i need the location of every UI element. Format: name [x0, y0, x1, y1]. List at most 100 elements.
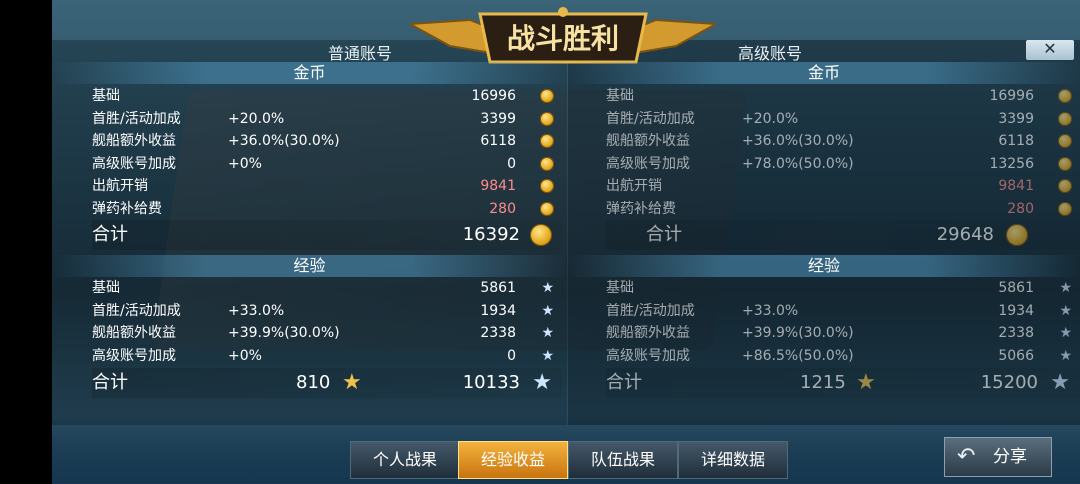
row-bonus: +33.0%	[742, 302, 799, 319]
row-label: 首胜/活动加成	[606, 110, 695, 127]
coin-icon	[540, 156, 554, 171]
premium-gold-row: 出航开销 9841	[606, 175, 1080, 197]
row-label: 高级账号加成	[606, 347, 690, 364]
premium-free-exp-value: 1215	[800, 372, 846, 393]
coin-icon	[1006, 224, 1028, 246]
row-bonus: +0%	[228, 347, 262, 364]
premium-gold-row: 弹药补给费 280	[606, 198, 1080, 220]
coin-icon	[540, 89, 554, 103]
coin-icon	[1058, 156, 1072, 171]
premium-exp-row: 基础 5861 ★	[606, 277, 1080, 299]
row-value: 5066	[998, 347, 1034, 364]
row-value: 9841	[480, 178, 516, 194]
row-value: 3399	[480, 110, 516, 127]
tab-exp-income[interactable]: 经验收益	[458, 441, 568, 479]
premium-exp-total-label: 合计	[606, 372, 642, 393]
screen-edge	[0, 0, 52, 484]
row-bonus: +33.0%	[228, 302, 285, 319]
exp-row: 舰船额外收益 +39.9%(30.0%) 2338 ★	[92, 322, 562, 344]
row-bonus: +86.5%(50.0%)	[742, 347, 854, 364]
gold-total-label: 合计	[92, 224, 128, 245]
premium-gold-row: 舰船额外收益 +36.0%(30.0%) 6118	[606, 130, 1080, 152]
coin-icon	[540, 134, 554, 148]
premium-gold-row: 高级账号加成 +78.0%(50.0%) 13256	[606, 153, 1080, 175]
row-label: 弹药补给费	[92, 200, 162, 217]
row-bonus: +20.0%	[742, 110, 799, 127]
row-label: 高级账号加成	[606, 155, 690, 172]
share-button[interactable]: ↶ 分享	[944, 437, 1052, 477]
gold-total-value: 16392	[462, 224, 520, 245]
star-icon: ★	[541, 325, 554, 341]
tab-premium-account: 高级账号	[737, 44, 802, 63]
star-icon: ★	[541, 302, 554, 319]
row-label: 基础	[92, 88, 120, 104]
tab-personal-results[interactable]: 个人战果	[350, 441, 460, 479]
exp-row: 基础 5861 ★	[92, 277, 562, 299]
row-bonus: +36.0%(30.0%)	[742, 133, 854, 149]
row-bonus: +36.0%(30.0%)	[228, 133, 340, 149]
gold-row: 高级账号加成 +0% 0	[92, 153, 562, 175]
close-button[interactable]: ✕	[1026, 40, 1074, 60]
tab-team-results[interactable]: 队伍战果	[568, 441, 678, 479]
tab-detailed-data[interactable]: 详细数据	[678, 441, 788, 479]
row-label: 舰船额外收益	[92, 325, 176, 341]
row-label: 弹药补给费	[606, 200, 676, 217]
gold-row: 出航开销 9841	[92, 175, 562, 197]
premium-gold-row: 基础 16996	[606, 85, 1080, 107]
premium-gold-total-label: 合计	[646, 224, 682, 245]
row-label: 舰船额外收益	[92, 133, 176, 149]
gold-total-row: 合计 16392	[92, 220, 562, 250]
coin-icon	[1058, 179, 1072, 193]
row-value: 13256	[989, 155, 1034, 172]
premium-gold-section-header: 金币	[568, 62, 1080, 84]
premium-exp-row: 舰船额外收益 +39.9%(30.0%) 2338 ★	[606, 322, 1080, 344]
star-icon: ★	[1059, 325, 1072, 341]
tab-normal-account: 普通账号	[327, 44, 392, 63]
exp-row: 首胜/活动加成 +33.0% 1934 ★	[92, 300, 562, 322]
star-icon: ★	[1050, 370, 1070, 395]
row-value: 16996	[471, 88, 516, 104]
row-value: 6118	[998, 133, 1034, 149]
premium-exp-row: 首胜/活动加成 +33.0% 1934 ★	[606, 300, 1080, 322]
row-label: 出航开销	[606, 178, 662, 194]
gold-row: 基础 16996	[92, 85, 562, 107]
row-value: 9841	[998, 178, 1034, 194]
premium-exp-section-header: 经验	[568, 255, 1080, 277]
gold-row: 首胜/活动加成 +20.0% 3399	[92, 108, 562, 130]
star-icon: ★	[541, 347, 554, 364]
star-icon: ★	[1059, 280, 1072, 296]
premium-exp-total-row: 合计 1215 ★ 15200 ★	[606, 368, 1080, 398]
row-value: 2338	[480, 325, 516, 341]
gold-row: 弹药补给费 280	[92, 198, 562, 220]
row-label: 舰船额外收益	[606, 133, 690, 149]
star-icon: ★	[1059, 302, 1072, 319]
coin-icon	[1058, 201, 1072, 216]
row-label: 基础	[606, 88, 634, 104]
share-arrow-icon: ↶	[957, 444, 976, 469]
row-value: 280	[489, 200, 516, 217]
star-icon: ★	[532, 370, 552, 395]
row-bonus: +0%	[228, 155, 262, 172]
exp-section-header: 经验	[52, 255, 567, 277]
row-label: 出航开销	[92, 178, 148, 194]
row-value: 1934	[480, 302, 516, 319]
coin-icon	[540, 201, 554, 216]
row-bonus: +39.9%(30.0%)	[228, 325, 340, 341]
star-icon: ★	[541, 280, 554, 296]
coin-icon	[540, 111, 554, 126]
exp-total-row: 合计 810 ★ 10133 ★	[92, 368, 562, 398]
share-label: 分享	[993, 447, 1027, 467]
free-exp-value: 810	[296, 372, 331, 393]
exp-row: 高级账号加成 +0% 0 ★	[92, 345, 562, 367]
coin-icon	[1058, 89, 1072, 103]
row-bonus: +20.0%	[228, 110, 285, 127]
row-value: 6118	[480, 133, 516, 149]
premium-exp-total-value: 15200	[980, 372, 1038, 393]
premium-gold-total-row: 合计 29648	[606, 220, 1080, 250]
exp-total-label: 合计	[92, 372, 128, 393]
row-label: 高级账号加成	[92, 347, 176, 364]
row-label: 首胜/活动加成	[92, 110, 181, 127]
row-label: 舰船额外收益	[606, 325, 690, 341]
row-value: 1934	[998, 302, 1034, 319]
premium-gold-total-value: 29648	[936, 224, 994, 245]
